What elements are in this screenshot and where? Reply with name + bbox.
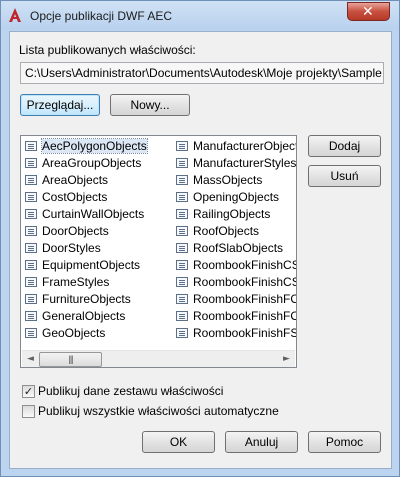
list-item[interactable]: AreaObjects bbox=[23, 172, 147, 189]
publish-all-auto-checkbox[interactable] bbox=[22, 405, 35, 418]
list-item-label: DoorObjects bbox=[42, 224, 109, 238]
property-set-icon bbox=[25, 311, 37, 321]
property-set-icon bbox=[176, 141, 188, 151]
list-column-1: AecPolygonObjects AreaGroupObjects AreaObj… bbox=[23, 138, 148, 342]
close-button[interactable]: ✕ bbox=[347, 2, 390, 21]
remove-button[interactable]: Usuń bbox=[308, 165, 381, 187]
property-set-icon bbox=[176, 328, 188, 338]
property-set-icon bbox=[25, 243, 37, 253]
property-set-icon bbox=[176, 277, 188, 287]
list-item-label: FrameStyles bbox=[42, 275, 110, 289]
property-set-icon bbox=[25, 141, 37, 151]
scrollbar-thumb[interactable]: ||| bbox=[39, 352, 102, 367]
list-item[interactable]: DoorStyles bbox=[23, 240, 147, 257]
list-item[interactable]: GeoObjects bbox=[23, 325, 147, 342]
list-item[interactable]: EquipmentObjects bbox=[23, 257, 147, 274]
list-item-label: CostObjects bbox=[42, 190, 108, 204]
browse-button[interactable]: Przeglądaj... bbox=[20, 94, 100, 116]
list-item[interactable]: ManufacturerObjects bbox=[174, 138, 297, 155]
property-set-icon bbox=[25, 277, 37, 287]
help-button[interactable]: Pomoc bbox=[308, 431, 381, 453]
property-set-icon bbox=[176, 311, 188, 321]
list-item[interactable]: RoombookFinishFO_IN bbox=[174, 291, 296, 308]
list-item[interactable]: RoombookFinishCS_VO bbox=[174, 274, 296, 291]
list-item-label: RoombookFinishFS_IN bbox=[193, 326, 297, 340]
list-item-label: GeoObjects bbox=[42, 326, 106, 340]
close-icon: ✕ bbox=[362, 4, 374, 20]
list-item[interactable]: RoombookFinishCS_IN bbox=[174, 257, 296, 274]
list-item-label: RoombookFinishFO_VO bbox=[193, 309, 296, 323]
autocad-logo-icon bbox=[9, 8, 21, 22]
list-item[interactable]: RoofObjects bbox=[174, 223, 296, 240]
list-item-label: RoombookFinishFO_IN bbox=[193, 292, 296, 306]
property-set-icon bbox=[25, 328, 37, 338]
list-item-label: RoombookFinishCS_VO bbox=[193, 275, 296, 289]
list-item-label: RoombookFinishCS_IN bbox=[193, 258, 296, 272]
list-item-label: AreaObjects bbox=[42, 173, 109, 187]
list-item-label: FurnitureObjects bbox=[42, 292, 131, 306]
list-item-label: OpeningObjects bbox=[193, 190, 280, 204]
list-item-label: MassObjects bbox=[193, 173, 263, 187]
property-set-icon bbox=[176, 243, 188, 253]
property-set-icon bbox=[176, 192, 188, 202]
property-set-icon bbox=[25, 175, 37, 185]
list-item[interactable]: FurnitureObjects bbox=[23, 291, 147, 308]
publish-set-data-label[interactable]: Publikuj dane zestawu właściwości bbox=[38, 384, 223, 398]
ok-button[interactable]: OK bbox=[142, 431, 215, 453]
new-button[interactable]: Nowy... bbox=[110, 94, 190, 116]
property-set-icon bbox=[176, 209, 188, 219]
list-item[interactable]: RoofSlabObjects bbox=[174, 240, 296, 257]
list-item-label: ManufacturerObjects bbox=[193, 139, 297, 153]
property-set-icon bbox=[176, 260, 188, 270]
cancel-button[interactable]: Anuluj bbox=[225, 431, 298, 453]
list-item-label: AecPolygonObjects bbox=[41, 138, 148, 154]
property-list-path-field[interactable]: C:\Users\Administrator\Documents\Autodes… bbox=[20, 62, 384, 84]
property-set-icon bbox=[176, 175, 188, 185]
list-item-label: DoorStyles bbox=[42, 241, 101, 255]
list-item[interactable]: RoombookFinishFO_VO bbox=[174, 308, 296, 325]
dialog-body: Lista publikowanych właściwości: C:\User… bbox=[9, 31, 392, 469]
list-item[interactable]: FrameStyles bbox=[23, 274, 147, 291]
title-bar[interactable]: Opcje publikacji DWF AEC ✕ bbox=[1, 1, 399, 30]
list-item-label: RoofSlabObjects bbox=[193, 241, 284, 255]
list-item[interactable]: RoombookFinishFS_IN bbox=[174, 325, 297, 342]
list-item[interactable]: MassObjects bbox=[174, 172, 296, 189]
list-item-label: ManufacturerStyles bbox=[193, 156, 297, 170]
list-item[interactable]: OpeningObjects bbox=[174, 189, 296, 206]
dialog-window: Opcje publikacji DWF AEC ✕ Lista publiko… bbox=[0, 0, 400, 477]
property-set-icon bbox=[176, 226, 188, 236]
window-title: Opcje publikacji DWF AEC bbox=[30, 9, 173, 23]
property-set-icon bbox=[25, 294, 37, 304]
list-item[interactable]: RailingObjects bbox=[174, 206, 296, 223]
list-item-label: GeneralObjects bbox=[42, 309, 126, 323]
list-column-2: ManufacturerObjects ManufacturerStyles Mas… bbox=[174, 138, 297, 342]
list-item[interactable]: AreaGroupObjects bbox=[23, 155, 147, 172]
list-item-label: AreaGroupObjects bbox=[42, 156, 142, 170]
publish-set-data-checkbox[interactable]: ✓ bbox=[22, 385, 35, 398]
property-set-list[interactable]: AecPolygonObjects AreaGroupObjects AreaObj… bbox=[20, 135, 297, 368]
property-set-icon bbox=[25, 158, 37, 168]
property-set-icon bbox=[25, 209, 37, 219]
scroll-left-icon[interactable]: ◄ bbox=[22, 351, 39, 367]
property-set-icon bbox=[25, 260, 37, 270]
list-item[interactable]: CurtainWallObjects bbox=[23, 206, 147, 223]
property-set-icon bbox=[176, 158, 188, 168]
list-item-label: EquipmentObjects bbox=[42, 258, 141, 272]
list-item[interactable]: DoorObjects bbox=[23, 223, 147, 240]
list-item[interactable]: CostObjects bbox=[23, 189, 147, 206]
property-set-icon bbox=[176, 294, 188, 304]
property-set-icon bbox=[25, 192, 37, 202]
list-item[interactable]: AecPolygonObjects bbox=[23, 138, 148, 155]
published-props-label: Lista publikowanych właściwości: bbox=[19, 43, 196, 57]
list-item-label: RailingObjects bbox=[193, 207, 271, 221]
list-item-label: RoofObjects bbox=[193, 224, 260, 238]
scroll-right-icon[interactable]: ► bbox=[278, 351, 295, 367]
list-item[interactable]: ManufacturerStyles bbox=[174, 155, 297, 172]
list-item[interactable]: GeneralObjects bbox=[23, 308, 147, 325]
property-set-icon bbox=[25, 226, 37, 236]
add-button[interactable]: Dodaj bbox=[308, 135, 381, 157]
horizontal-scrollbar[interactable]: ◄ ||| ► bbox=[22, 350, 295, 367]
list-item-label: CurtainWallObjects bbox=[42, 207, 145, 221]
publish-all-auto-label[interactable]: Publikuj wszystkie właściwości automatyc… bbox=[38, 404, 279, 418]
